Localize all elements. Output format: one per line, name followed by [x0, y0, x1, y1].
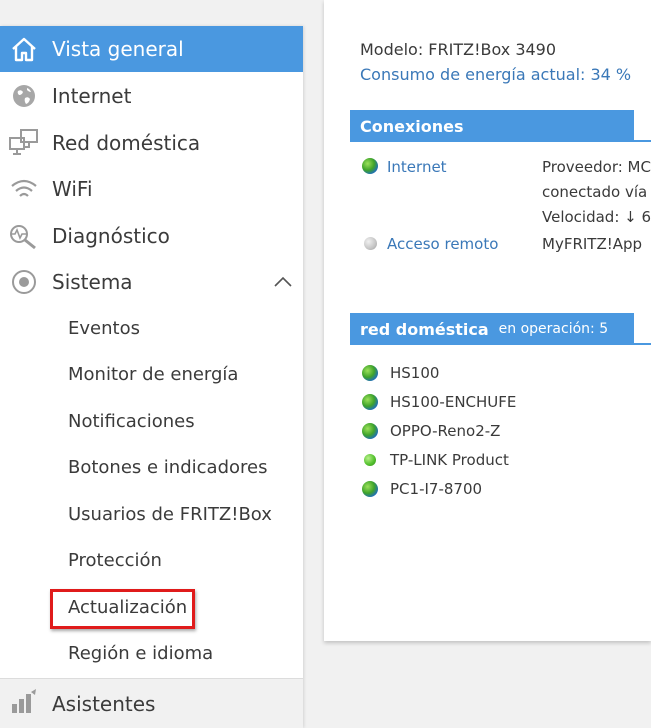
globe-icon — [8, 81, 40, 111]
divider — [350, 140, 651, 142]
online-status-icon — [364, 454, 376, 466]
chevron-up-icon[interactable] — [272, 271, 294, 293]
sidebar-item-home-network[interactable]: Red doméstica — [0, 120, 303, 166]
sidebar-item-label: Asistentes — [52, 691, 156, 716]
connection-speed: Velocidad: ↓ 6 — [542, 208, 651, 226]
wifi-icon — [8, 174, 40, 204]
sidebar-item-system[interactable]: Sistema — [0, 259, 303, 305]
highlight-box — [50, 589, 195, 629]
system-icon — [8, 267, 40, 297]
home-icon — [8, 34, 40, 64]
sidebar-item-label: WiFi — [52, 177, 93, 201]
connection-via: conectado vía — [542, 183, 648, 201]
submenu-item-protection[interactable]: Protección — [68, 550, 162, 571]
sidebar-item-diagnostics[interactable]: Diagnóstico — [0, 213, 303, 259]
model-label: Modelo: FRITZ!Box 3490 — [360, 40, 557, 59]
submenu-item-energy-monitor[interactable]: Monitor de energía — [68, 364, 238, 385]
sidebar-item-label: Internet — [52, 84, 132, 108]
submenu-item-users[interactable]: Usuarios de FRITZ!Box — [68, 504, 272, 525]
assistant-icon — [8, 687, 40, 717]
connection-remote-access-link[interactable]: Acceso remoto — [387, 235, 498, 253]
home-network-status: en operación: 5 — [498, 321, 609, 337]
globe-status-icon — [362, 158, 378, 174]
submenu-item-buttons-leds[interactable]: Botones e indicadores — [68, 457, 267, 478]
device-name[interactable]: HS100 — [390, 364, 439, 382]
sidebar-item-label: Diagnóstico — [52, 224, 170, 248]
sidebar-item-wifi[interactable]: WiFi — [0, 166, 303, 212]
device-name[interactable]: TP-LINK Product — [390, 451, 509, 469]
submenu-item-notifications[interactable]: Notificaciones — [68, 411, 195, 432]
diagnostics-icon — [8, 221, 40, 251]
connections-title: Conexiones — [360, 116, 464, 136]
energy-link[interactable]: Consumo de energía actual: 34 % — [360, 65, 631, 84]
device-name[interactable]: PC1-I7-8700 — [390, 480, 482, 498]
sidebar-item-label: Sistema — [52, 270, 133, 294]
sidebar-item-assistants[interactable]: Asistentes — [0, 678, 303, 728]
connection-internet-link[interactable]: Internet — [387, 158, 447, 176]
connection-remote-app: MyFRITZ!App — [542, 235, 643, 253]
globe-status-icon — [362, 394, 378, 410]
connections-header: Conexiones — [350, 110, 634, 142]
device-name[interactable]: OPPO-Reno2-Z — [390, 422, 500, 440]
divider — [350, 343, 651, 345]
inactive-status-icon — [364, 237, 377, 250]
submenu-item-events[interactable]: Eventos — [68, 318, 140, 339]
submenu-item-region-language[interactable]: Región e idioma — [68, 643, 213, 664]
globe-status-icon — [362, 423, 378, 439]
device-name[interactable]: HS100-ENCHUFE — [390, 393, 516, 411]
sidebar-item-label: Red doméstica — [52, 131, 201, 155]
sidebar-item-overview[interactable]: Vista general — [0, 26, 303, 72]
home-network-title: red doméstica — [360, 319, 489, 339]
network-icon — [8, 128, 40, 158]
overview-panel: Modelo: FRITZ!Box 3490 Consumo de energí… — [324, 0, 651, 641]
globe-status-icon — [362, 365, 378, 381]
sidebar-item-label: Vista general — [52, 37, 184, 61]
home-network-header[interactable]: red doméstica en operación: 5 — [350, 313, 634, 345]
sidebar-item-internet[interactable]: Internet — [0, 73, 303, 119]
globe-status-icon — [362, 481, 378, 497]
connection-provider: Proveedor: MC — [542, 158, 651, 176]
